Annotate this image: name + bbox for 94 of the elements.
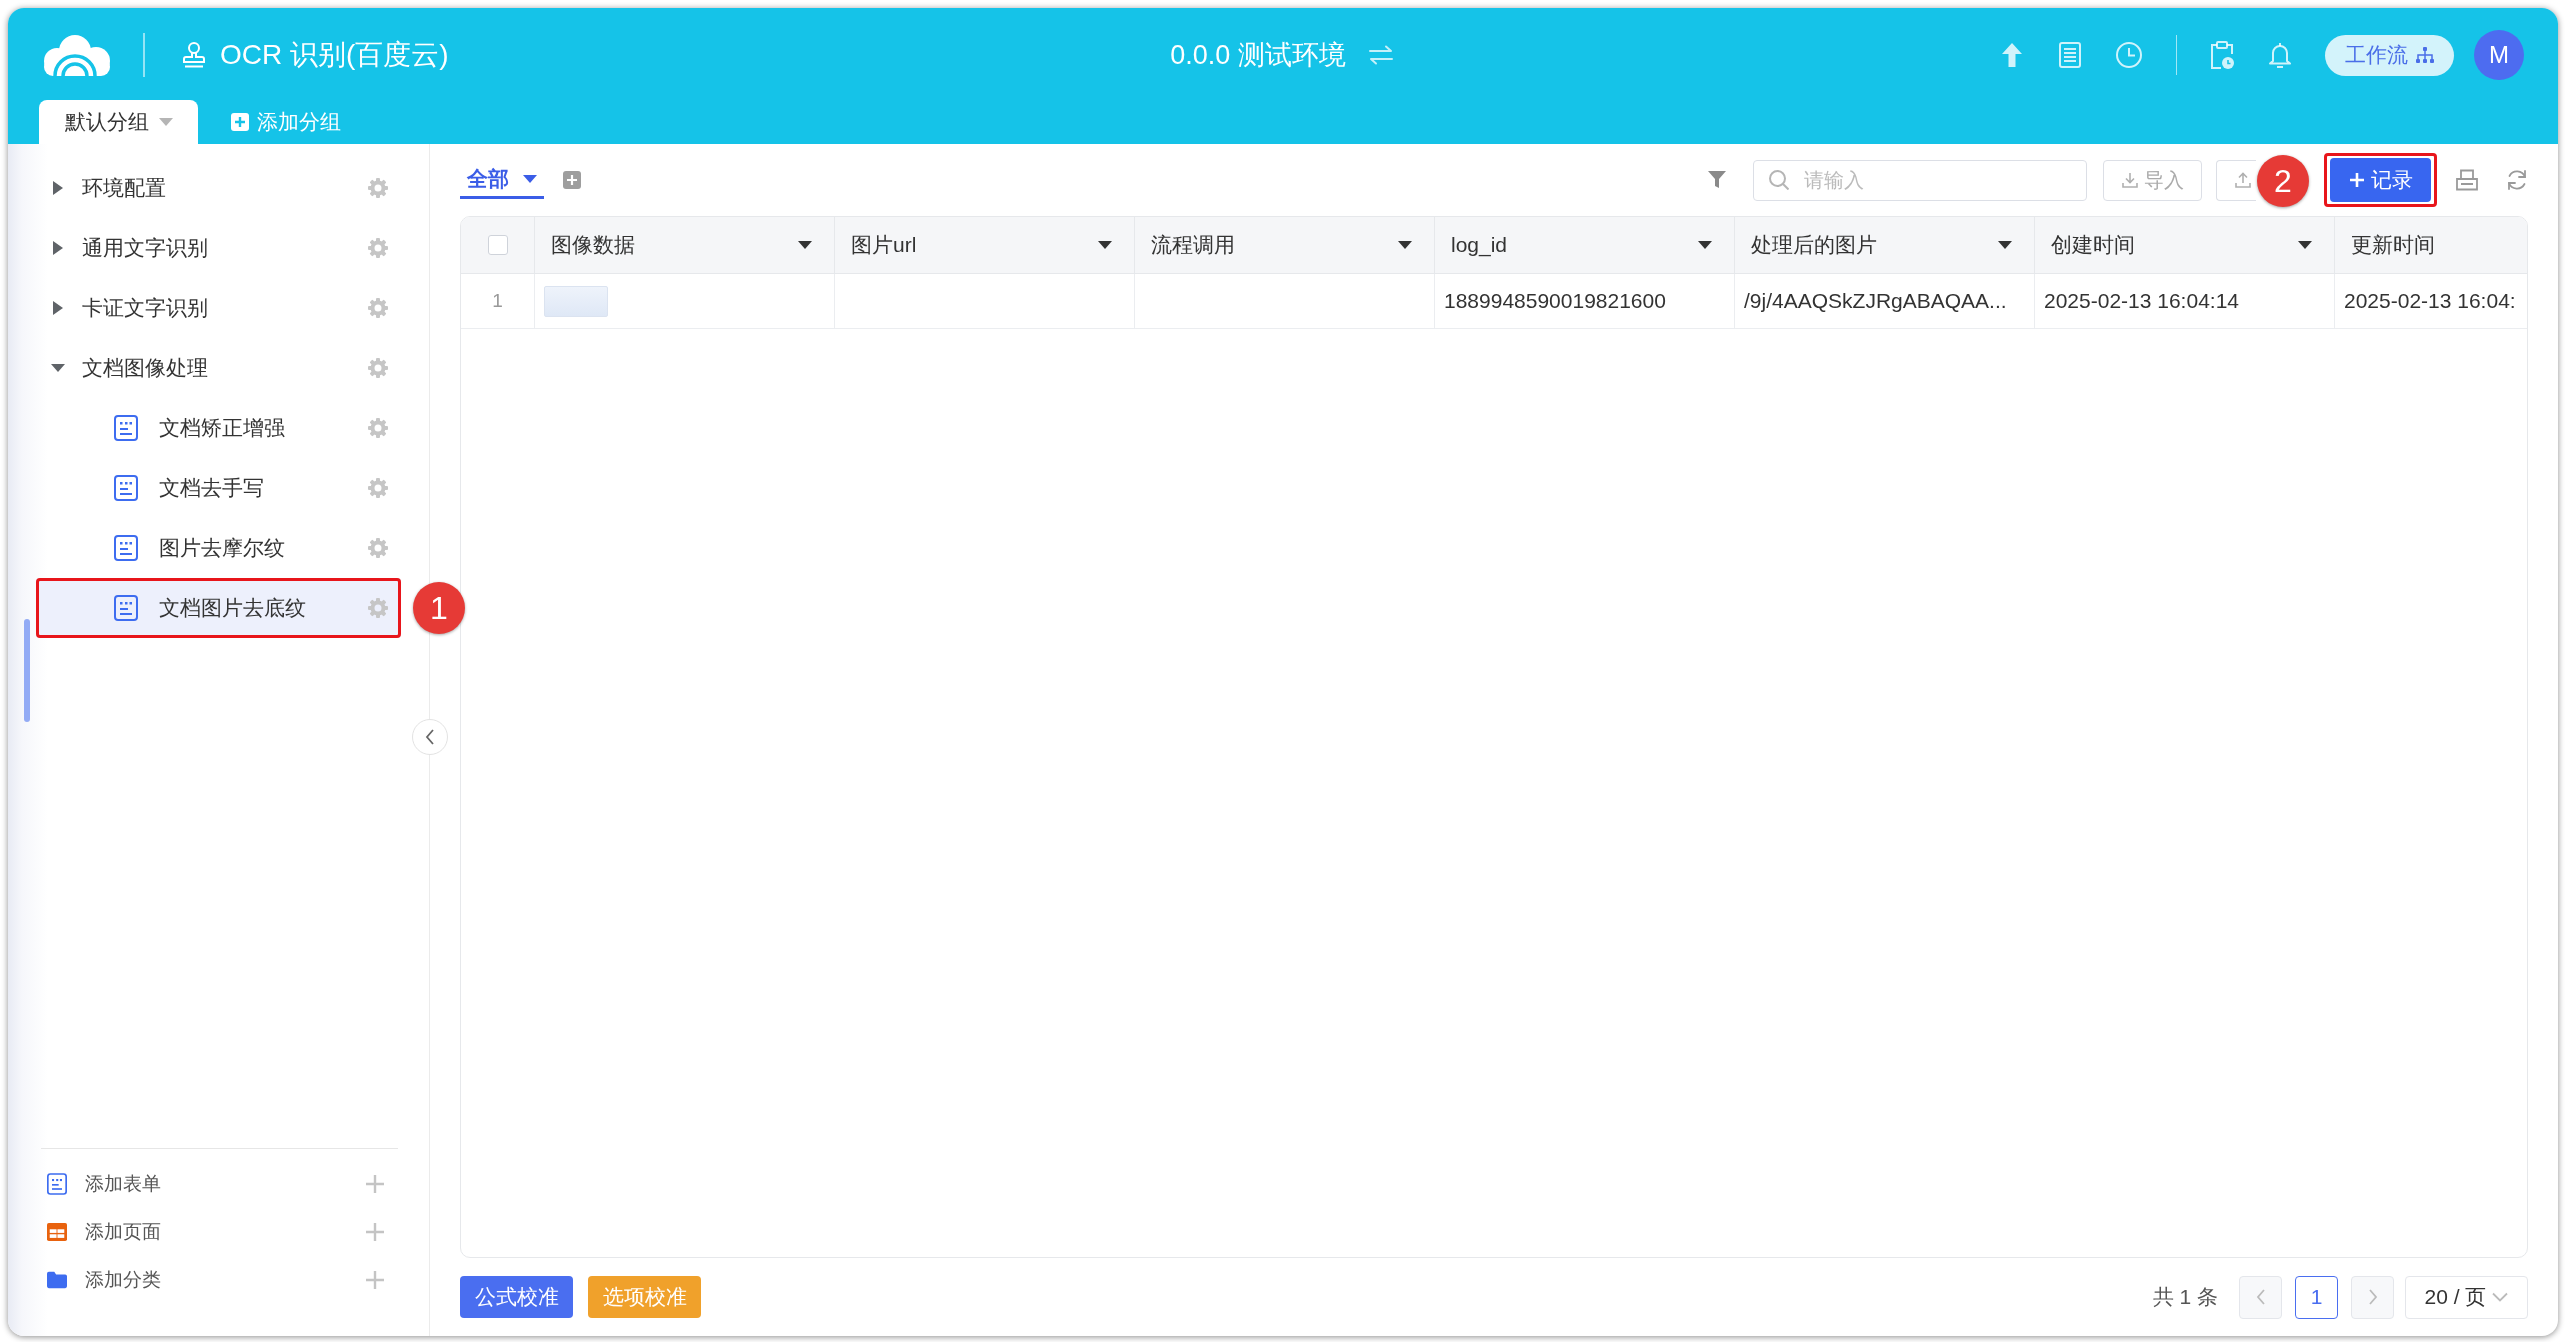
caret-down-icon[interactable] bbox=[1698, 241, 1712, 249]
search-icon bbox=[1769, 170, 1789, 190]
page-button[interactable]: 1 bbox=[2295, 1275, 2338, 1319]
form-icon bbox=[114, 595, 138, 621]
tree-item[interactable]: 文档去手写 bbox=[36, 458, 401, 518]
tree-item[interactable]: 通用文字识别 bbox=[36, 218, 401, 278]
caret-right-icon[interactable] bbox=[53, 241, 63, 255]
column-header[interactable]: 流程调用 bbox=[1151, 231, 1235, 259]
plus-icon bbox=[366, 1223, 384, 1241]
caret-down-icon[interactable] bbox=[798, 241, 812, 249]
plus-square-icon[interactable] bbox=[563, 171, 581, 189]
caret-right-icon[interactable] bbox=[53, 181, 63, 195]
caret-down-icon bbox=[523, 174, 537, 183]
plus-square-icon bbox=[231, 113, 249, 131]
export-button[interactable] bbox=[2216, 159, 2256, 201]
collapse-button[interactable] bbox=[412, 719, 448, 755]
tree-item[interactable]: 文档矫正增强 bbox=[36, 398, 401, 458]
clock-icon[interactable] bbox=[2116, 42, 2142, 68]
sitemap-icon bbox=[2416, 47, 2434, 63]
chevron-down-icon bbox=[2492, 1292, 2509, 1302]
table-cell-text: 2025-02-13 16:04: bbox=[2343, 288, 2517, 314]
callout-badge: 1 bbox=[413, 582, 465, 634]
caret-down-icon bbox=[158, 118, 173, 126]
tree-item[interactable]: 卡证文字识别 bbox=[36, 278, 401, 338]
caret-down-icon[interactable] bbox=[1098, 241, 1112, 249]
plus-icon bbox=[366, 1175, 384, 1193]
bell-icon[interactable] bbox=[2269, 42, 2291, 68]
callout-badge: 2 bbox=[2257, 155, 2309, 207]
gear-icon[interactable] bbox=[368, 298, 388, 318]
clipboard-clock-icon[interactable] bbox=[2210, 41, 2234, 69]
caret-down-icon[interactable] bbox=[51, 364, 65, 372]
gear-icon[interactable] bbox=[368, 178, 388, 198]
form-icon bbox=[114, 475, 138, 501]
sidebar-action[interactable]: 添加页面 bbox=[8, 1208, 429, 1256]
column-header[interactable]: 处理后的图片 bbox=[1751, 231, 1877, 259]
tree-item[interactable]: 图片去摩尔纹 bbox=[36, 518, 401, 578]
form-icon bbox=[114, 535, 138, 561]
view-tab[interactable]: 全部 bbox=[460, 161, 544, 199]
row-number: 1 bbox=[492, 290, 503, 312]
filter-icon[interactable] bbox=[1708, 171, 1726, 189]
document-icon[interactable] bbox=[2059, 42, 2081, 68]
chevron-right-icon bbox=[2367, 1289, 2378, 1305]
table-icon bbox=[47, 1222, 67, 1242]
environment-title: 0.0.0 测试环境 bbox=[1170, 39, 1346, 72]
gear-icon[interactable] bbox=[368, 418, 388, 438]
plus-icon bbox=[366, 1271, 384, 1289]
form-icon bbox=[114, 415, 138, 441]
column-header[interactable]: 图片url bbox=[851, 231, 917, 259]
refresh-icon[interactable] bbox=[2506, 169, 2528, 191]
download-icon bbox=[2121, 172, 2138, 188]
caret-right-icon[interactable] bbox=[53, 301, 63, 315]
gear-icon[interactable] bbox=[368, 538, 388, 558]
page-size-select[interactable]: 20 / 页 bbox=[2405, 1275, 2528, 1319]
checkbox[interactable] bbox=[487, 235, 508, 255]
image-thumbnail bbox=[544, 285, 608, 317]
chevron-left-icon bbox=[425, 729, 435, 745]
stamp-icon bbox=[182, 42, 206, 68]
swap-icon[interactable] bbox=[1367, 45, 1394, 65]
chevron-left-icon bbox=[2255, 1289, 2266, 1305]
column-header[interactable]: log_id bbox=[1451, 233, 1508, 257]
action-button[interactable]: 公式校准 bbox=[460, 1276, 573, 1318]
tree-item[interactable]: 环境配置 bbox=[36, 158, 401, 218]
caret-down-icon[interactable] bbox=[2298, 241, 2312, 249]
search-field[interactable]: 请输入 bbox=[1753, 159, 2087, 201]
table-cell: 1889948590019821600 bbox=[1435, 274, 1735, 328]
group-tab[interactable]: 默认分组 bbox=[39, 100, 198, 144]
column-header[interactable]: 图像数据 bbox=[551, 231, 635, 259]
gear-icon[interactable] bbox=[368, 598, 388, 618]
form-icon bbox=[47, 1173, 67, 1195]
table-cell: 2025-02-13 16:04:14 bbox=[2035, 274, 2335, 328]
caret-down-icon[interactable] bbox=[1398, 241, 1412, 249]
prev-page-button[interactable] bbox=[2239, 1275, 2282, 1319]
gear-icon[interactable] bbox=[368, 358, 388, 378]
sidebar-action[interactable]: 添加分类 bbox=[8, 1256, 429, 1304]
total-count: 共 1 条 bbox=[2152, 1284, 2218, 1310]
printer-icon[interactable] bbox=[2456, 169, 2478, 191]
column-header[interactable]: 更新时间 bbox=[2351, 231, 2435, 259]
app-title: OCR 识别(百度云) bbox=[220, 38, 449, 72]
upload-icon bbox=[2235, 172, 2251, 188]
gear-icon[interactable] bbox=[368, 238, 388, 258]
user-avatar[interactable]: M bbox=[2474, 30, 2524, 80]
scrollbar-thumb[interactable] bbox=[24, 619, 30, 722]
tree-item[interactable]: 文档图像处理 bbox=[36, 338, 401, 398]
plus-icon bbox=[2348, 172, 2365, 188]
arrow-up-icon[interactable] bbox=[2002, 43, 2022, 67]
add-record-button[interactable]: 记录 bbox=[2330, 158, 2431, 202]
caret-down-icon[interactable] bbox=[1998, 241, 2012, 249]
column-header[interactable]: 创建时间 bbox=[2051, 231, 2135, 259]
gear-icon[interactable] bbox=[368, 478, 388, 498]
table-cell: /9j/4AAQSkZJRgABAQAA... bbox=[1735, 274, 2035, 328]
workflow-button[interactable]: 工作流 bbox=[2325, 34, 2454, 76]
folder-icon bbox=[47, 1271, 67, 1289]
sidebar-action[interactable]: 添加表单 bbox=[8, 1160, 429, 1208]
next-page-button[interactable] bbox=[2351, 1275, 2394, 1319]
